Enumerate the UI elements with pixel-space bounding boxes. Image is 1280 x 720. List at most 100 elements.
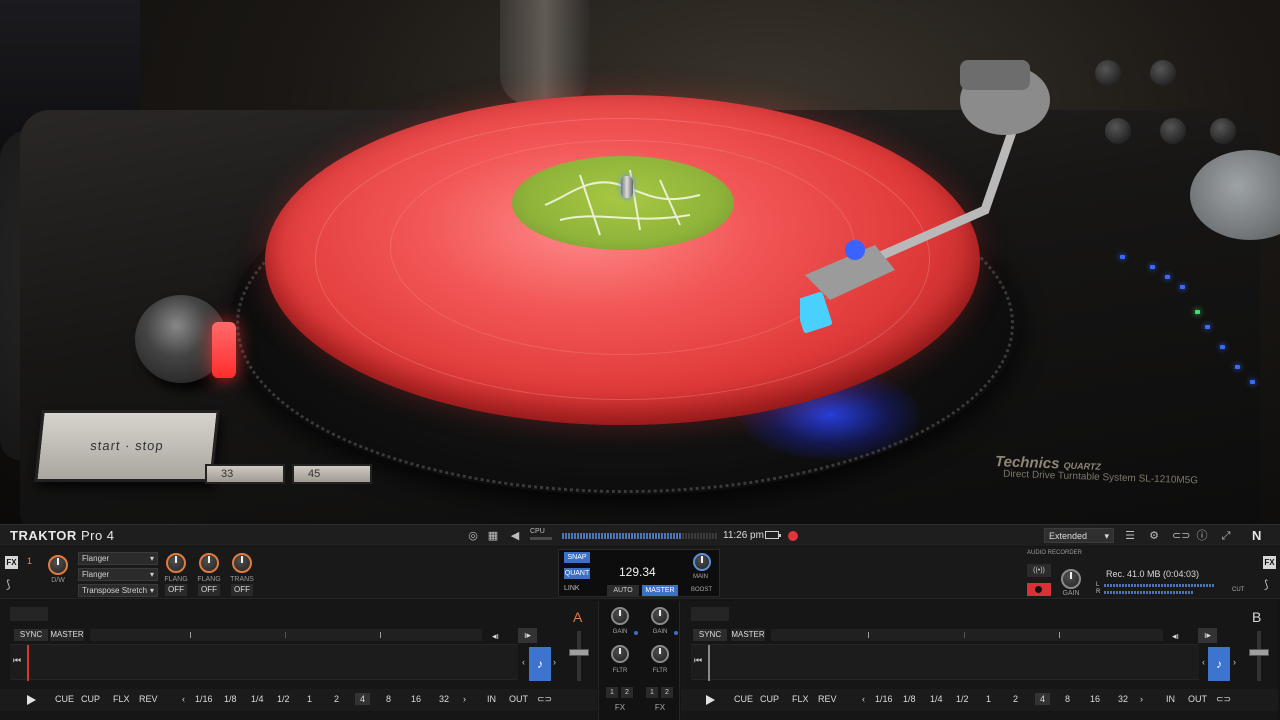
fullscreen-icon[interactable]: ⤢ [1220, 530, 1232, 542]
link-icon[interactable]: ⊂⊃ [1172, 530, 1190, 542]
deck-b-sync-button[interactable]: SYNC [693, 629, 727, 641]
deck-a-loop-size[interactable]: 8 [386, 694, 391, 704]
deck-b-beatjump-forward[interactable]: ı▸ [1198, 628, 1218, 643]
fx-knob-2[interactable] [199, 553, 219, 573]
deck-a-loop-next[interactable]: › [463, 694, 466, 704]
deck-b-loop-size[interactable]: 1/8 [903, 694, 916, 704]
deck-b-loop-size[interactable]: 1/4 [930, 694, 943, 704]
channel-b-filter-knob[interactable] [651, 645, 669, 663]
deck-b-play-button[interactable] [706, 695, 715, 705]
recorder-gain-knob[interactable] [1061, 569, 1081, 589]
auto-button[interactable]: AUTO [607, 585, 639, 596]
deck-b-cue-button[interactable]: CUE [734, 694, 753, 704]
chain-icon[interactable]: ⟆ [1264, 578, 1268, 591]
deck-a-loop-size[interactable]: 16 [411, 694, 421, 704]
deck-a-loop-size[interactable]: 2 [334, 694, 339, 704]
info-icon[interactable]: ⓘ [1196, 530, 1208, 542]
deck-a-loop-size[interactable]: 1 [307, 694, 312, 704]
deck-b-loop-active-icon[interactable]: ⊂⊃ [1216, 694, 1231, 705]
cut-button[interactable]: CUT [1232, 587, 1244, 593]
deck-a-tempo-fader[interactable] [569, 631, 589, 681]
channel-b-gain-knob[interactable] [651, 607, 669, 625]
deck-b-keylock-button[interactable]: ♪ [1208, 647, 1230, 681]
sync-icon[interactable]: ◎ [467, 530, 479, 542]
deck-b-loop-next[interactable]: › [1140, 694, 1143, 704]
channel-a-gain-knob[interactable] [611, 607, 629, 625]
deck-b-loop-size[interactable]: 1/16 [875, 694, 893, 704]
channel-a-filter-knob[interactable] [611, 645, 629, 663]
main-volume-knob[interactable] [693, 553, 711, 571]
deck-a-cup-button[interactable]: CUP [81, 694, 100, 704]
deck-b-key-left[interactable]: ‹ [1202, 657, 1205, 667]
deck-b-loop-prev[interactable]: ‹ [862, 694, 865, 704]
channel-b-fx-2[interactable]: 2 [661, 687, 673, 698]
deck-b-loop-size[interactable]: 1 [986, 694, 991, 704]
deck-a-beatjump-forward[interactable]: ı▸ [518, 628, 538, 643]
deck-a-loop-out-button[interactable]: OUT [509, 694, 528, 704]
deck-a-key-left[interactable]: ‹ [522, 657, 525, 667]
deck-a-rewind-icon[interactable]: ⏮ [13, 655, 21, 666]
channel-a-fx-2[interactable]: 2 [621, 687, 633, 698]
fx-button-1[interactable]: OFF [165, 584, 187, 596]
quant-button[interactable]: QUANT [564, 568, 590, 579]
deck-b-loop-size[interactable]: 32 [1118, 694, 1128, 704]
fx-button-2[interactable]: OFF [198, 584, 220, 596]
deck-a-sync-button[interactable]: SYNC [14, 629, 48, 641]
fx-select-2[interactable]: Flanger ▾ [78, 568, 158, 581]
deck-b-reverse-button[interactable]: REV [818, 694, 837, 704]
deck-b-rewind-icon[interactable]: ⏮ [694, 655, 702, 666]
master-tempo[interactable]: 129.34 [619, 565, 656, 579]
master-button[interactable]: MASTER [642, 585, 678, 596]
deck-a-loop-active-icon[interactable]: ⊂⊃ [537, 694, 552, 705]
deck-b-key-right[interactable]: › [1233, 657, 1236, 667]
deck-b-tempo-fader[interactable] [1249, 631, 1269, 681]
deck-b-loop-size[interactable]: 16 [1090, 694, 1100, 704]
dry-wet-knob[interactable] [48, 555, 68, 575]
deck-b-loop-size-active[interactable]: 4 [1035, 693, 1051, 705]
deck-a-loop-prev[interactable]: ‹ [182, 694, 185, 704]
deck-b-loop-in-button[interactable]: IN [1166, 694, 1175, 704]
deck-b-loop-size[interactable]: 1/2 [956, 694, 969, 704]
deck-a-loop-size[interactable]: 1/2 [277, 694, 290, 704]
chain-icon[interactable]: ⟆ [6, 578, 10, 591]
deck-a-flux-button[interactable]: FLX [113, 694, 130, 704]
deck-b-loop-size[interactable]: 2 [1013, 694, 1018, 704]
layout-select[interactable]: Extended ▾ [1044, 528, 1114, 543]
deck-b-waveform[interactable]: ⏮ [691, 644, 1199, 681]
link-button[interactable]: LINK [564, 585, 580, 592]
midi-icon[interactable]: ▦ [487, 530, 499, 542]
deck-a-loop-in-button[interactable]: IN [487, 694, 496, 704]
deck-a-reverse-button[interactable]: REV [139, 694, 158, 704]
channel-b-fx-1[interactable]: 1 [646, 687, 658, 698]
fx-knob-3[interactable] [232, 553, 252, 573]
deck-b-master-button[interactable]: MASTER [731, 629, 765, 641]
snap-button[interactable]: SNAP [564, 552, 590, 563]
deck-b-loop-size[interactable]: 8 [1065, 694, 1070, 704]
recorder-source-button[interactable]: ((•)) [1027, 564, 1051, 577]
deck-a-cue-button[interactable]: CUE [55, 694, 74, 704]
deck-a-keylock-button[interactable]: ♪ [529, 647, 551, 681]
deck-b-beatjump-back[interactable]: ◂ı [1172, 631, 1179, 642]
deck-b-loop-out-button[interactable]: OUT [1188, 694, 1207, 704]
deck-a-master-button[interactable]: MASTER [50, 629, 84, 641]
deck-a-loop-size-active[interactable]: 4 [355, 693, 371, 705]
record-button[interactable] [1027, 583, 1051, 596]
fx-select-3[interactable]: Transpose Stretch ▾ [78, 584, 158, 597]
gear-icon[interactable]: ⚙ [1148, 530, 1160, 542]
deck-a-loop-size[interactable]: 1/8 [224, 694, 237, 704]
deck-a-play-button[interactable] [27, 695, 36, 705]
deck-a-waveform[interactable]: ⏮ [10, 644, 518, 681]
deck-b-flux-button[interactable]: FLX [792, 694, 809, 704]
deck-a-loop-size[interactable]: 1/4 [251, 694, 264, 704]
speaker-icon[interactable]: ◀ [509, 530, 521, 542]
fx-knob-1[interactable] [166, 553, 186, 573]
deck-a-key-right[interactable]: › [553, 657, 556, 667]
deck-a-beatjump-back[interactable]: ◂ı [492, 631, 499, 642]
fx-select-1[interactable]: Flanger ▾ [78, 552, 158, 565]
deck-b-cup-button[interactable]: CUP [760, 694, 779, 704]
channel-a-fx-1[interactable]: 1 [606, 687, 618, 698]
deck-a-loop-size[interactable]: 32 [439, 694, 449, 704]
deck-a-loop-size[interactable]: 1/16 [195, 694, 213, 704]
fx-button-3[interactable]: OFF [231, 584, 253, 596]
browser-icon[interactable]: ☰ [1124, 530, 1136, 542]
